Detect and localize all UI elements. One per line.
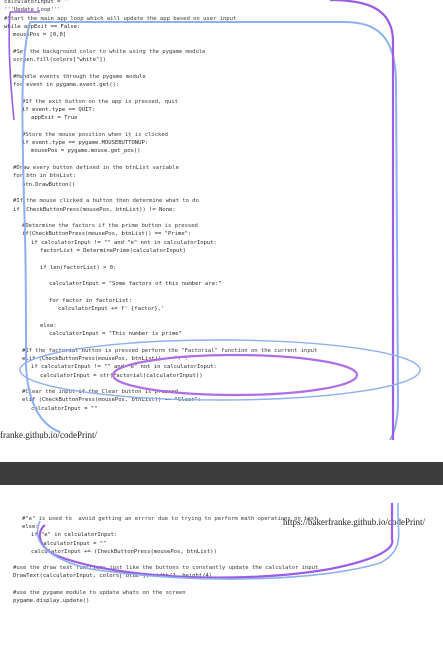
code-line: if "e" in calculatorInput: — [31, 532, 118, 539]
code-line: mousePos = pygame.mouse.get_pos() — [31, 148, 141, 155]
code-line: #Start the main app loop which will upda… — [4, 15, 237, 22]
code-line: #If the factorial button is pressed perf… — [22, 347, 318, 354]
code-line: #"e" is used to avoid getting an errror … — [22, 516, 318, 522]
page-divider — [0, 462, 443, 485]
code-line: pygame.display.update() — [13, 598, 90, 604]
code-line: #Handle events through the pygame module — [13, 73, 146, 80]
code-line: #If the exit button on the app is presse… — [22, 98, 178, 105]
code-line: else: — [40, 322, 57, 329]
code-line: calculatorInput = "Some factors of this … — [49, 281, 222, 288]
code-line: if event.type == pygame.MOUSEBUTTONUP: — [22, 140, 149, 147]
code-line: for btn in btnList: — [13, 173, 77, 180]
code-line: '''Update Loop''' — [4, 7, 61, 14]
code-line: #Store the mouse position when it is cli… — [22, 131, 168, 138]
code-line: #Clear the input if the Clear button is … — [22, 389, 178, 396]
code-line: #Set the background color to white using… — [13, 48, 206, 55]
code-line: while appExit == False: — [4, 23, 81, 30]
code-line: factorList = DeterminePrime(calculatorIn… — [40, 248, 186, 254]
code-line: #If the mouse clicked a button then dete… — [13, 198, 199, 205]
code-line: else: — [22, 524, 39, 531]
footer-url: franke.github.io/codePrint/ — [0, 430, 97, 440]
code-line: calculatorInput += (CheckButtonPress(mou… — [31, 548, 217, 555]
code-line: calculatorInput = "" — [31, 405, 98, 412]
code-line: #use the draw text functions just like t… — [13, 565, 319, 572]
purple-annotation-outline — [329, 0, 395, 440]
code-line: if len(factorList) > 0: — [40, 264, 117, 271]
code-line: for event in pygame.event.get(): — [13, 82, 120, 88]
code-line: if (CheckButtonPress(mousePos, btnList))… — [13, 206, 176, 213]
code-line: DrawText(calculatorInput, colors["blue"]… — [13, 573, 213, 580]
code-line: calculatorInput = "This number is prime" — [49, 331, 182, 337]
code-line: if(CheckButtonPress(mousePos, btnList)) … — [22, 231, 192, 238]
code-line: calculatorInput = '' — [4, 0, 71, 5]
code-line: #Determine the factors if the prime butt… — [22, 223, 198, 230]
code-line: calculatorInput = str(Factorial(calculat… — [40, 372, 203, 379]
code-line: elif (CheckButtonPress(mousePos, btnList… — [22, 355, 188, 362]
code-page-2: https://bakerfranke.github.io/codePrint/… — [0, 503, 443, 650]
code-line: appExit = True — [31, 115, 78, 122]
code-line: if event.type == QUIT: — [22, 106, 95, 113]
code-line: if calculatorInput != "" and "e" not in … — [31, 364, 217, 371]
code-line: calculatorInput += f' {factor},' — [58, 306, 165, 313]
code-line: #use the pygame module to update whats o… — [13, 589, 186, 596]
code-page-1: calculatorInput = '' '''Update Loop''' #St… — [0, 0, 443, 440]
code-line: for factor in factorList: — [49, 297, 132, 304]
code-line: screen.fill(colors["white"]) — [13, 57, 106, 64]
code-line: #Draw every button defined in the btnLis… — [13, 165, 179, 171]
code-line: elif (CheckButtonPress(mousePos, btnList… — [22, 397, 202, 404]
code-line: btn.DrawButton() — [22, 181, 76, 188]
code-line: calculatorInput = "" — [40, 540, 107, 547]
code-line: mousePos = [0,0] — [13, 32, 67, 39]
code-line: if calculatorInput != "" and "e" not in … — [31, 239, 217, 246]
